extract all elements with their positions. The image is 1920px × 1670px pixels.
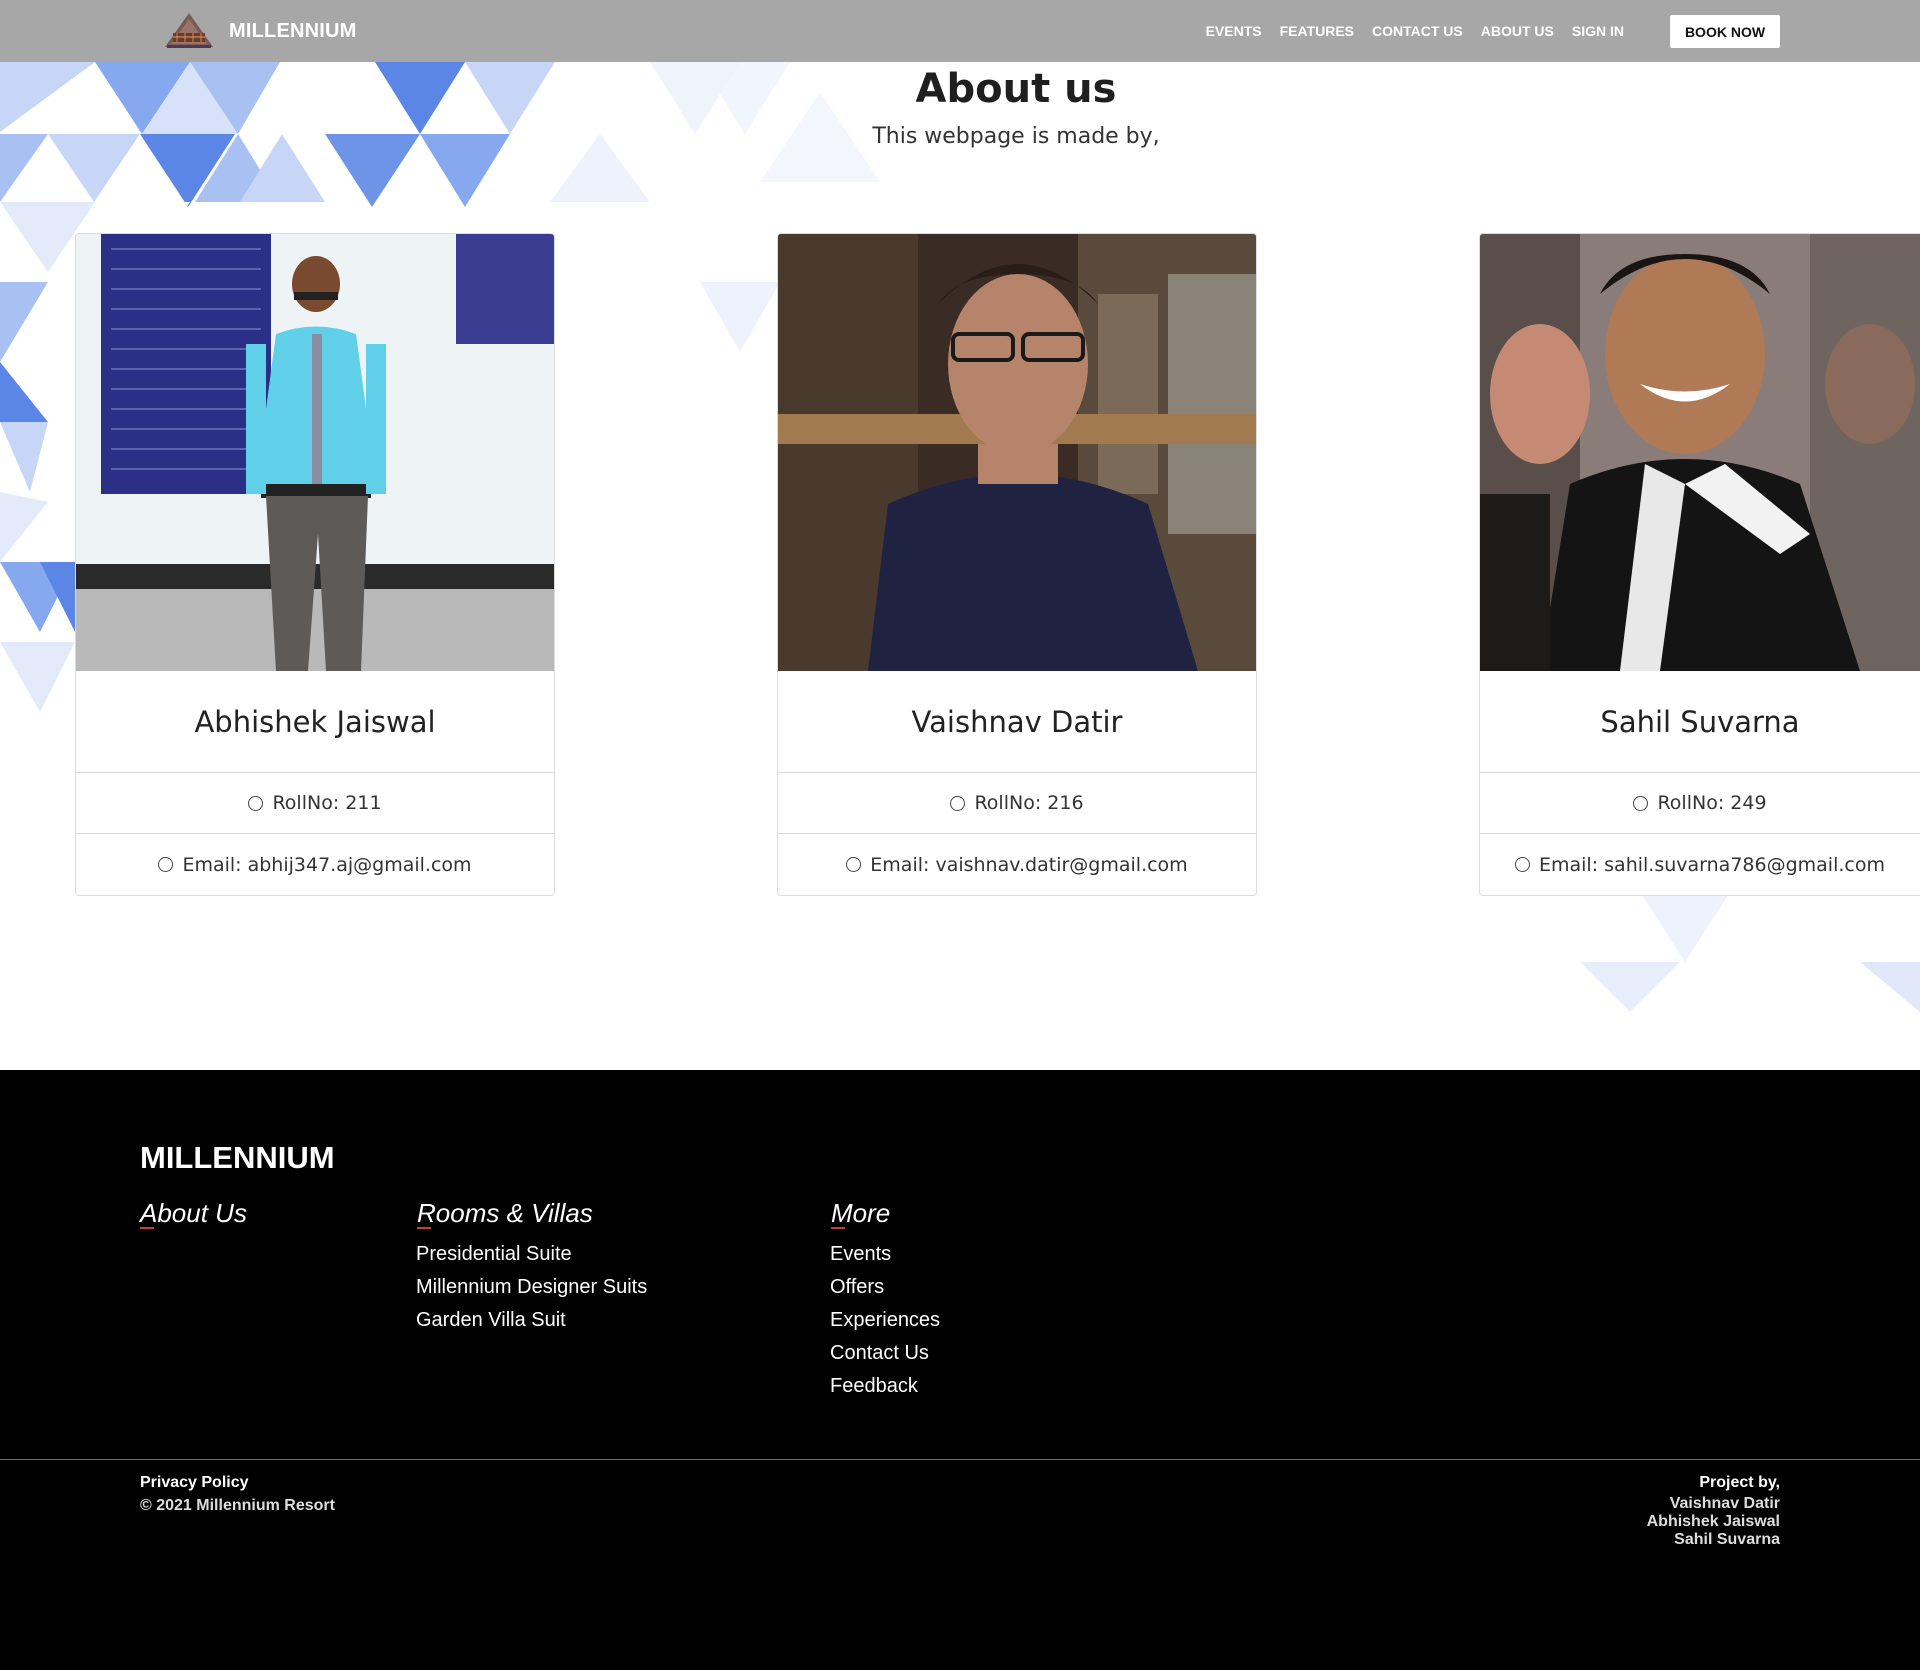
nav-link-events[interactable]: EVENTS (1206, 23, 1262, 39)
footer-heading-about-us[interactable]: About Us (140, 1198, 247, 1229)
member-rollno: RollNo: 216 (778, 773, 1256, 834)
footer-rooms-list: Presidential Suite Millennium Designer S… (416, 1238, 647, 1337)
circle-bullet-icon (1515, 857, 1530, 872)
team-member-card: Vaishnav Datir RollNo: 216 Email: vaishn… (777, 233, 1257, 896)
footer-link-contact-us[interactable]: Contact Us (830, 1337, 940, 1370)
member-photo (76, 234, 554, 671)
member-photo (778, 234, 1256, 671)
member-rollno: RollNo: 249 (1480, 773, 1920, 834)
footer-divider (0, 1459, 1920, 1460)
circle-bullet-icon (248, 795, 264, 811)
footer-heading-rooms-villas: Rooms & Villas (417, 1198, 593, 1229)
nav-link-features[interactable]: FEATURES (1280, 23, 1354, 39)
page-subtitle: This webpage is made by, (872, 124, 1160, 149)
nav-link-about-us[interactable]: ABOUT US (1481, 23, 1554, 39)
privacy-policy-link[interactable]: Privacy Policy (140, 1474, 249, 1492)
footer-link-designer-suits[interactable]: Millennium Designer Suits (416, 1271, 647, 1304)
footer-brand: MILLENNIUM (140, 1140, 335, 1175)
brand-name: MILLENNIUM (229, 19, 357, 42)
circle-bullet-icon (1633, 795, 1649, 811)
brand-home-link[interactable]: MILLENNIUM (163, 11, 357, 51)
rollno-text: RollNo: 249 (1657, 792, 1767, 814)
resort-logo-icon (165, 13, 213, 48)
member-name: Vaishnav Datir (778, 671, 1256, 773)
email-text: Email: sahil.suvarna786@gmail.com (1539, 853, 1885, 876)
email-text: Email: vaishnav.datir@gmail.com (870, 853, 1188, 876)
email-text: Email: abhij347.aj@gmail.com (182, 853, 472, 876)
footer-link-offers[interactable]: Offers (830, 1271, 940, 1304)
rollno-text: RollNo: 211 (272, 792, 382, 814)
book-now-button[interactable]: BOOK NOW (1670, 15, 1780, 48)
member-photo (1480, 234, 1920, 671)
team-member-card: Abhishek Jaiswal RollNo: 211 Email: abhi… (75, 233, 555, 896)
circle-bullet-icon (846, 857, 862, 872)
member-email: Email: sahil.suvarna786@gmail.com (1480, 834, 1920, 895)
project-name: Vaishnav Datir (1669, 1495, 1780, 1512)
nav-link-contact-us[interactable]: CONTACT US (1372, 23, 1463, 39)
team-member-card: Sahil Suvarna RollNo: 249 Email: sahil.s… (1479, 233, 1920, 896)
footer-heading-more: More (831, 1198, 891, 1229)
project-name: Abhishek Jaiswal (1646, 1513, 1780, 1530)
member-name: Abhishek Jaiswal (76, 671, 554, 773)
member-name: Sahil Suvarna (1480, 671, 1920, 773)
member-rollno: RollNo: 211 (76, 773, 554, 834)
rollno-text: RollNo: 216 (974, 792, 1084, 814)
copyright-text: © 2021 Millennium Resort (140, 1497, 335, 1514)
top-navbar: MILLENNIUM EVENTS FEATURES CONTACT US AB… (0, 0, 1920, 62)
nav-links: EVENTS FEATURES CONTACT US ABOUT US SIGN… (1188, 0, 1624, 62)
footer-link-events[interactable]: Events (830, 1238, 940, 1271)
member-email: Email: vaishnav.datir@gmail.com (778, 834, 1256, 895)
member-email: Email: abhij347.aj@gmail.com (76, 834, 554, 895)
nav-link-sign-in[interactable]: SIGN IN (1572, 23, 1624, 39)
footer-link-experiences[interactable]: Experiences (830, 1304, 940, 1337)
circle-bullet-icon (950, 795, 966, 811)
site-footer: MILLENNIUM About Us Rooms & Villas Presi… (0, 1070, 1920, 1670)
circle-bullet-icon (158, 857, 174, 872)
project-by-label: Project by, (1699, 1474, 1780, 1491)
footer-link-garden-villa-suit[interactable]: Garden Villa Suit (416, 1304, 647, 1337)
project-name: Sahil Suvarna (1674, 1531, 1780, 1548)
footer-more-list: Events Offers Experiences Contact Us Fee… (830, 1238, 940, 1403)
footer-link-presidential-suite[interactable]: Presidential Suite (416, 1238, 647, 1271)
page-title: About us (915, 66, 1117, 112)
project-names: Vaishnav Datir Abhishek Jaiswal Sahil Su… (1647, 1495, 1780, 1549)
footer-link-feedback[interactable]: Feedback (830, 1370, 940, 1403)
